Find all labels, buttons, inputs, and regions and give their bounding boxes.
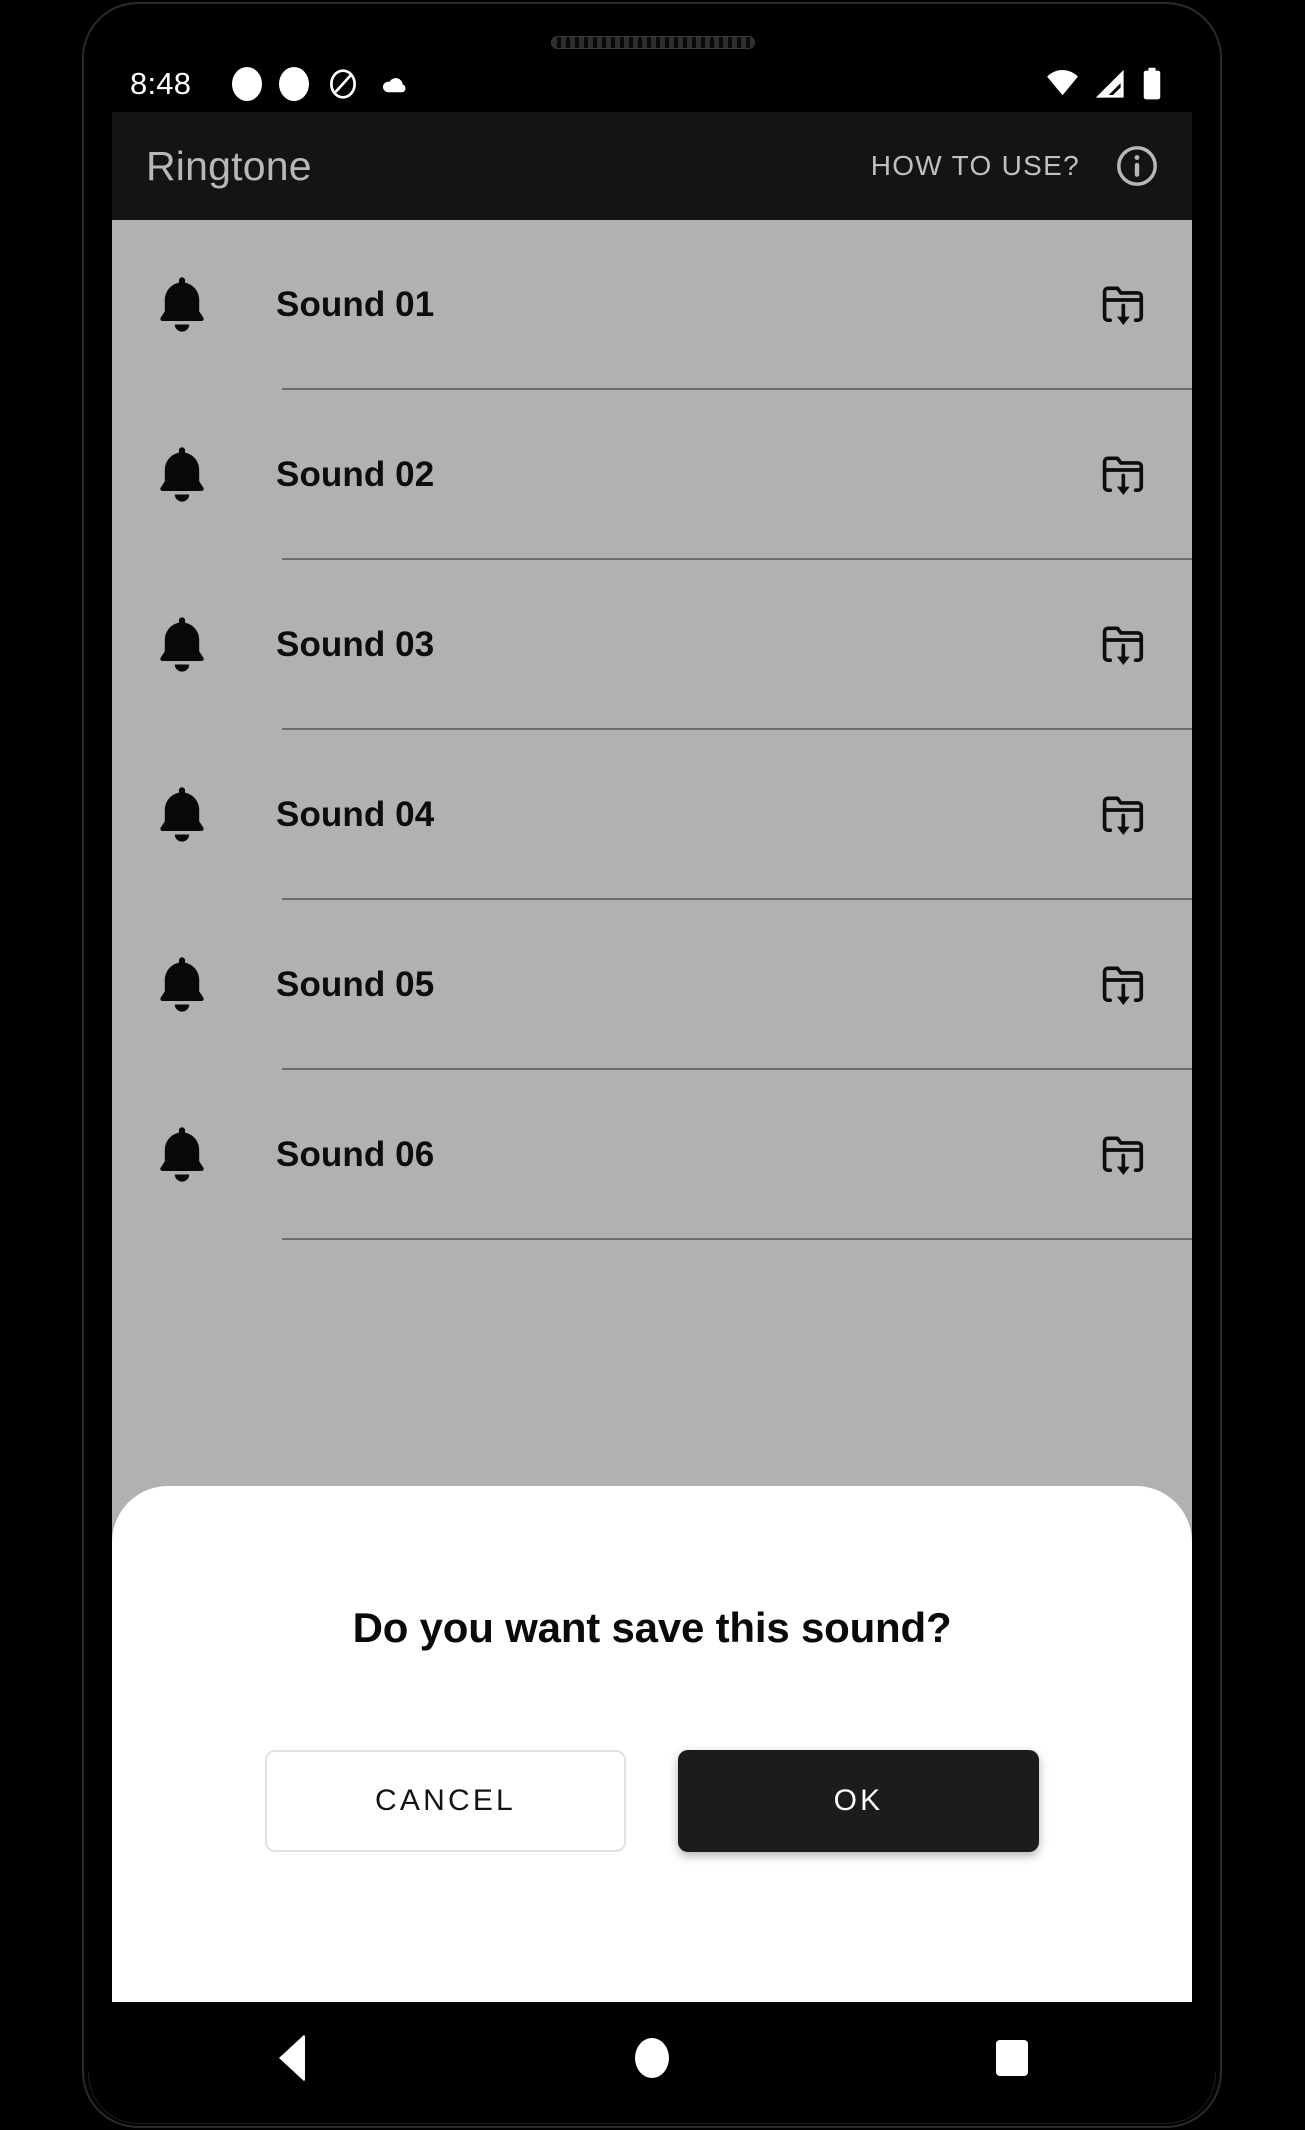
sound-list-item[interactable]: Sound 03	[112, 560, 1192, 730]
status-bar-clock: 8:48	[130, 65, 192, 101]
nav-recents-button[interactable]	[952, 2002, 1072, 2114]
save-sound-button[interactable]	[1098, 1128, 1152, 1182]
status-bar: 8:48	[112, 55, 1192, 112]
cloud-icon	[383, 77, 406, 92]
notification-dot-icon	[279, 66, 310, 101]
sound-list-item-label: Sound 05	[276, 965, 435, 1004]
sound-list-item-label: Sound 02	[276, 455, 435, 494]
sound-list-item[interactable]: Sound 01	[112, 220, 1192, 390]
app-screen: Ringtone HOW TO USE? Sound 01 Sound 02 S…	[112, 112, 1192, 2002]
dialog-title: Do you want save this sound?	[352, 1604, 952, 1651]
bell-icon	[148, 441, 216, 509]
dialog-actions: CANCEL OK	[112, 1750, 1192, 1852]
how-to-use-button[interactable]: HOW TO USE?	[871, 150, 1080, 182]
sound-list-item-label: Sound 01	[276, 285, 435, 324]
nav-back-button[interactable]	[232, 2002, 352, 2114]
save-sound-dialog: Do you want save this sound? CANCEL OK	[112, 1486, 1192, 2002]
status-bar-left-group: 8:48	[130, 66, 1046, 102]
save-sound-button[interactable]	[1098, 618, 1152, 672]
sound-list-item-label: Sound 04	[276, 795, 435, 834]
bell-icon	[148, 781, 216, 849]
android-q-icon	[330, 68, 357, 99]
folder-download-icon	[1102, 796, 1144, 835]
battery-full-icon	[1143, 67, 1161, 100]
save-sound-button[interactable]	[1098, 788, 1152, 842]
folder-download-icon	[1102, 1136, 1144, 1175]
bell-icon	[148, 611, 216, 679]
sound-list: Sound 01 Sound 02 Sound 03 Sound 04 Soun…	[112, 220, 1192, 1240]
wifi-icon	[1047, 69, 1078, 95]
info-button[interactable]	[1114, 143, 1160, 189]
bell-icon	[148, 271, 216, 339]
save-sound-button[interactable]	[1098, 278, 1152, 332]
cellular-signal-icon	[1095, 69, 1124, 98]
earpiece-speaker-grille	[551, 36, 755, 49]
folder-download-icon	[1102, 286, 1144, 325]
sound-list-item[interactable]: Sound 04	[112, 730, 1192, 900]
status-bar-right-group	[1046, 67, 1162, 100]
navigation-bar	[112, 2002, 1192, 2114]
circle-home-icon	[635, 2038, 669, 2078]
ok-button[interactable]: OK	[678, 1750, 1039, 1852]
nav-home-button[interactable]	[592, 2002, 712, 2114]
device-frame: 8:48 Ringtone HOW TO USE? Sound 01 Sound…	[0, 0, 1305, 2130]
folder-download-icon	[1102, 626, 1144, 665]
folder-download-icon	[1102, 456, 1144, 495]
list-divider	[282, 1238, 1192, 1240]
square-recents-icon	[996, 2040, 1028, 2076]
sound-list-item[interactable]: Sound 05	[112, 900, 1192, 1070]
cancel-button[interactable]: CANCEL	[265, 1750, 626, 1852]
bell-icon	[148, 1121, 216, 1189]
notification-dot-icon	[232, 66, 263, 101]
info-circle-icon	[1117, 146, 1157, 186]
save-sound-button[interactable]	[1098, 958, 1152, 1012]
triangle-back-icon	[279, 2034, 305, 2082]
sound-list-item-label: Sound 03	[276, 625, 435, 664]
page-title: Ringtone	[146, 142, 312, 189]
folder-download-icon	[1102, 966, 1144, 1005]
sound-list-item[interactable]: Sound 02	[112, 390, 1192, 560]
sound-list-item[interactable]: Sound 06	[112, 1070, 1192, 1240]
bell-icon	[148, 951, 216, 1019]
app-bar: Ringtone HOW TO USE?	[112, 112, 1192, 220]
sound-list-item-label: Sound 06	[276, 1135, 435, 1174]
save-sound-button[interactable]	[1098, 448, 1152, 502]
